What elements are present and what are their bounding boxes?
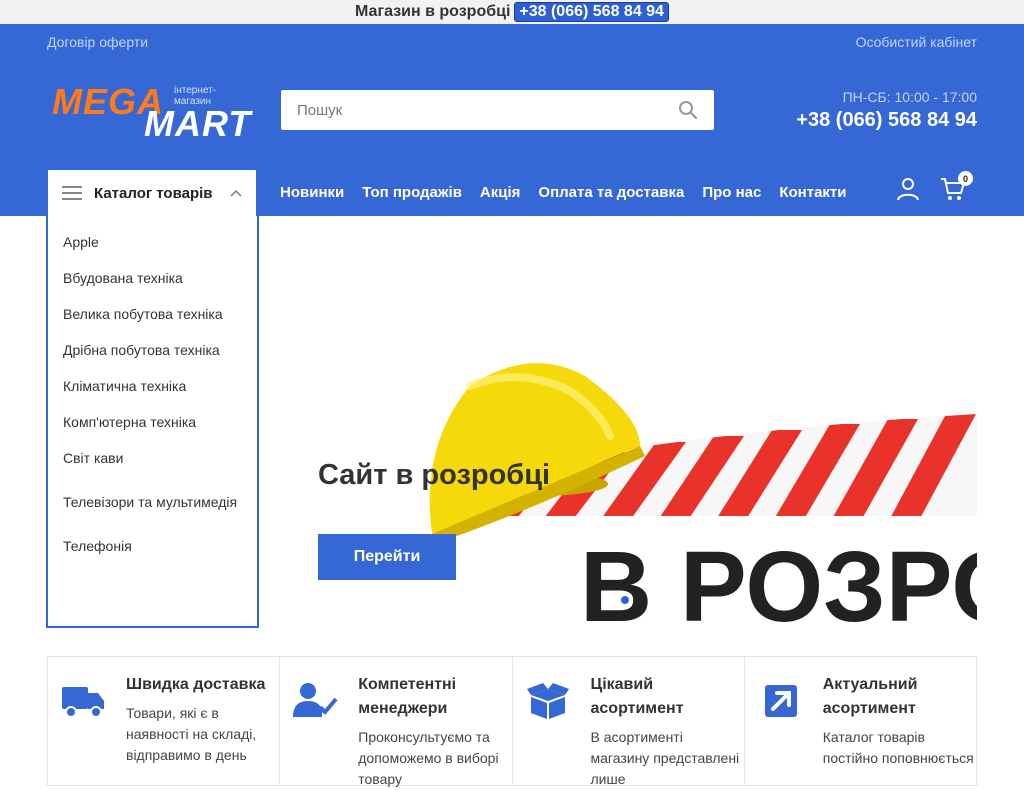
dev-notice-bar: Магазин в розробці +38 (066) 568 84 94 bbox=[0, 0, 1024, 24]
working-hours: ПН-СБ: 10:00 - 17:00 bbox=[842, 89, 977, 105]
feature-text: Проконсультуємо та допоможемо в виборі т… bbox=[358, 729, 499, 787]
catalog-item-small-appliances[interactable]: Дрібна побутова техніка bbox=[48, 332, 257, 368]
menu-icon bbox=[62, 186, 82, 200]
nav-new[interactable]: Новинки bbox=[280, 184, 344, 201]
hero-slider: В РОЗРО Сайт в розробці Перейти bbox=[270, 216, 977, 626]
truck-icon bbox=[62, 687, 104, 718]
catalog-dropdown: Apple Вбудована техніка Велика побутова … bbox=[46, 216, 259, 628]
dev-notice-text: Магазин в розробці bbox=[355, 3, 511, 20]
account-link[interactable]: Особистий кабінет bbox=[856, 34, 977, 50]
feature-managers: Компетентні менеджери Проконсультуємо та… bbox=[280, 657, 513, 787]
chevron-up-icon bbox=[230, 189, 242, 197]
catalog-button[interactable]: Каталог товарів bbox=[46, 168, 258, 216]
catalog-item-coffee[interactable]: Світ кави bbox=[48, 440, 257, 476]
feature-title: Актуальний асортимент bbox=[822, 676, 918, 717]
feature-title: Швидка доставка bbox=[126, 676, 266, 693]
logo-mart: MART bbox=[144, 103, 252, 144]
catalog-item-phones[interactable]: Телефонія bbox=[48, 528, 257, 564]
features-row: Швидка доставка Товари, які є в наявност… bbox=[47, 656, 977, 787]
nav-about[interactable]: Про нас bbox=[702, 184, 761, 201]
search-icon[interactable] bbox=[678, 100, 698, 120]
catalog-item-climate[interactable]: Кліматична техніка bbox=[48, 368, 257, 404]
feature-fast-delivery: Швидка доставка Товари, які є в наявност… bbox=[48, 657, 281, 785]
feature-title: Цікавий асортимент bbox=[590, 676, 684, 717]
catalog-item-built-in[interactable]: Вбудована техніка bbox=[48, 260, 257, 296]
catalog-item-tv-multimedia[interactable]: Телевізори та мультимедія bbox=[48, 476, 257, 528]
catalog-button-label: Каталог товарів bbox=[94, 184, 213, 202]
user-icon[interactable] bbox=[896, 177, 920, 201]
offer-agreement-link[interactable]: Договір оферти bbox=[47, 34, 148, 50]
box-icon bbox=[526, 683, 569, 719]
nav-contacts[interactable]: Контакти bbox=[779, 184, 846, 201]
search-placeholder: Пошук bbox=[297, 101, 343, 119]
feature-actual-assortment: Актуальний асортимент Каталог товарів по… bbox=[745, 657, 976, 785]
logo[interactable]: MEGA інтернет-магазин MART bbox=[52, 81, 252, 144]
hero-go-button[interactable]: Перейти bbox=[318, 534, 456, 580]
nav-promo[interactable]: Акція bbox=[480, 184, 520, 201]
header: MEGA інтернет-магазин MART Пошук ПН-СБ: … bbox=[0, 59, 1024, 216]
barrier-sign-text: В РОЗРО bbox=[580, 531, 977, 626]
catalog-item-apple[interactable]: Apple bbox=[48, 224, 257, 260]
arrow-up-right-icon bbox=[764, 685, 797, 717]
feature-text: Каталог товарів постійно поповнюється bbox=[822, 729, 974, 766]
feature-assortment: Цікавий асортимент В асортименті магазин… bbox=[513, 657, 745, 787]
cart-count-badge: 0 bbox=[958, 171, 973, 186]
feature-text: В асортименті магазину представлені лише bbox=[590, 729, 740, 787]
feature-title: Компетентні менеджери bbox=[358, 676, 457, 717]
top-bar: Договір оферти Особистий кабінет bbox=[0, 24, 1024, 59]
contact-block: ПН-СБ: 10:00 - 17:00 +38 (066) 568 84 94 bbox=[796, 89, 977, 132]
header-phone[interactable]: +38 (066) 568 84 94 bbox=[796, 109, 977, 132]
main-nav: Новинки Топ продажів Акція Оплата та дос… bbox=[280, 168, 847, 216]
nav-payment-delivery[interactable]: Оплата та доставка bbox=[538, 184, 684, 201]
slider-dot[interactable] bbox=[619, 594, 631, 606]
hero-title: Сайт в розробці bbox=[318, 459, 551, 491]
catalog-item-computers[interactable]: Комп'ютерна техніка bbox=[48, 404, 257, 440]
manager-check-icon bbox=[293, 683, 338, 717]
dev-notice-phone[interactable]: +38 (066) 568 84 94 bbox=[514, 2, 669, 22]
nav-top-sales[interactable]: Топ продажів bbox=[362, 184, 462, 201]
catalog-item-large-appliances[interactable]: Велика побутова техніка bbox=[48, 296, 257, 332]
search-input[interactable]: Пошук bbox=[281, 90, 714, 130]
feature-text: Товари, які є в наявності на складі, від… bbox=[126, 705, 257, 763]
